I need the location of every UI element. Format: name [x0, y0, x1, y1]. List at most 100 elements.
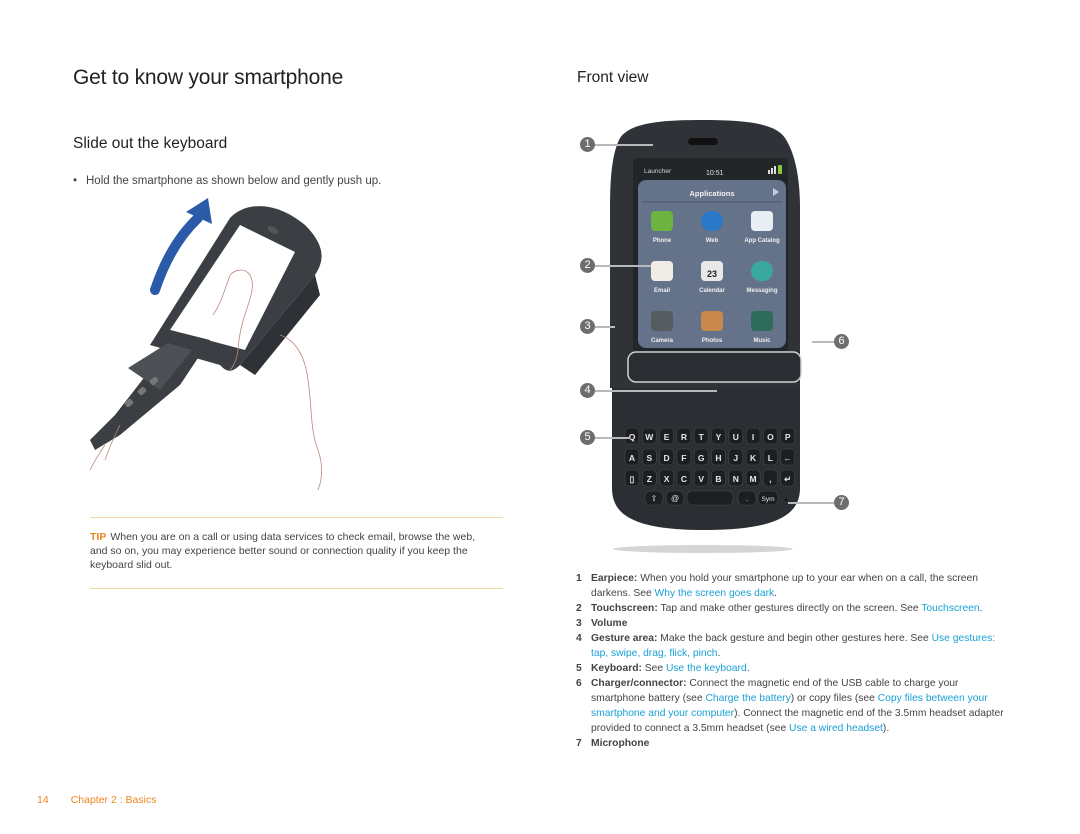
cross-reference-link[interactable]: Charge the battery: [705, 693, 790, 704]
callout-line-2: [593, 265, 651, 267]
envelope-icon[interactable]: [651, 261, 673, 281]
bullet-text: Hold the smartphone as shown below and g…: [86, 175, 382, 187]
key-label: ←: [783, 453, 792, 463]
key-label: F: [681, 453, 686, 463]
key-label: Sym: [762, 496, 775, 503]
key-label: ▯: [630, 474, 635, 484]
key-label: X: [664, 474, 670, 484]
earpiece-icon: [688, 138, 718, 145]
legend-text: Volume: [591, 616, 1008, 631]
microphone-icon: [784, 498, 788, 502]
app-label: Email: [654, 288, 670, 294]
app-label: Camera: [651, 338, 674, 344]
key-label: C: [681, 474, 687, 484]
key-label: M: [750, 474, 757, 484]
app-label: App Catalog: [744, 238, 780, 244]
legend-item: 7 Microphone: [576, 736, 1008, 751]
key-label: U: [733, 432, 739, 442]
cross-reference-link[interactable]: Use a wired headset: [789, 723, 883, 734]
key-label: R: [681, 432, 687, 442]
key-label: .: [746, 494, 748, 503]
callout-line-1: [593, 144, 653, 146]
callout-4: 4: [580, 383, 595, 398]
legend-term: Gesture area:: [591, 633, 658, 644]
key-label: O: [767, 432, 774, 442]
phone-app-icon[interactable]: [651, 211, 673, 231]
parts-legend: 1 Earpiece: When you hold your smartphone…: [576, 571, 1008, 751]
photos-icon[interactable]: [701, 311, 723, 331]
legend-item: 2 Touchscreen: Tap and make other gesture…: [576, 601, 1008, 616]
callout-1: 1: [580, 137, 595, 152]
key-label: D: [664, 453, 670, 463]
key-label: J: [733, 453, 738, 463]
chapter-link[interactable]: Chapter 2 : Basics: [71, 794, 157, 806]
music-icon[interactable]: [751, 311, 773, 331]
app-label: Photos: [702, 338, 723, 344]
legend-text: Microphone: [591, 736, 1008, 751]
calendar-date-badge: 23: [707, 269, 717, 279]
key-label: Q: [629, 432, 636, 442]
key-label: ↵: [784, 474, 791, 484]
legend-text: Earpiece: When you hold your smartphone …: [591, 573, 978, 599]
app-label: Calendar: [699, 288, 725, 294]
app-label: Music: [753, 338, 771, 344]
chat-bubbles-icon[interactable]: [751, 261, 773, 281]
key-label: E: [664, 432, 670, 442]
legend-text: Gesture area: Make the back gesture and …: [591, 633, 996, 659]
key-label: ,: [769, 474, 771, 484]
applications-title: Applications: [689, 189, 734, 198]
key-label: K: [750, 453, 757, 463]
key-label: Y: [716, 432, 722, 442]
legend-item: 5 Keyboard: See Use the keyboard.: [576, 661, 1008, 676]
legend-term: Touchscreen:: [591, 603, 658, 614]
cross-reference-link[interactable]: Touchscreen: [921, 603, 979, 614]
key-label: A: [629, 453, 635, 463]
legend-number: 2: [576, 603, 582, 614]
callout-7: 7: [834, 495, 849, 510]
status-time: 10:51: [706, 170, 724, 177]
callout-2: 2: [580, 258, 595, 273]
section-heading-front-view: Front view: [577, 69, 649, 86]
cross-reference-link[interactable]: Use the keyboard: [666, 663, 747, 674]
bullet-icon: •: [73, 175, 78, 187]
globe-icon[interactable]: [701, 211, 723, 231]
cross-reference-link[interactable]: Why the screen goes dark: [655, 588, 775, 599]
page-footer: 14 Chapter 2 : Basics: [37, 794, 156, 806]
phone-shadow: [613, 545, 793, 553]
phone-tilted-icon: [90, 206, 322, 450]
callout-6: 6: [834, 334, 849, 349]
legend-number: 7: [576, 738, 582, 749]
legend-term: Microphone: [591, 738, 650, 749]
key-label: T: [699, 432, 705, 442]
camera-icon[interactable]: [651, 311, 673, 331]
gesture-area: [627, 351, 802, 383]
callout-line-6: [812, 341, 836, 343]
key-label: ⇧: [651, 494, 658, 503]
key-label: Z: [647, 474, 652, 484]
legend-number: 5: [576, 663, 582, 674]
legend-number: 1: [576, 573, 582, 584]
app-label: Phone: [653, 238, 672, 244]
shopping-bag-icon[interactable]: [751, 211, 773, 231]
callout-3: 3: [580, 319, 595, 334]
key-label: G: [698, 453, 705, 463]
legend-number: 4: [576, 633, 582, 644]
key-label: H: [715, 453, 721, 463]
tip-body: When you are on a call or using data ser…: [90, 531, 476, 571]
page-title: Get to know your smartphone: [73, 66, 344, 89]
legend-number: 6: [576, 678, 582, 689]
section-heading-slide-keyboard: Slide out the keyboard: [73, 135, 228, 152]
callout-line-4: [593, 390, 717, 392]
keyboard-key[interactable]: [686, 490, 734, 506]
key-label: I: [752, 432, 754, 442]
callout-line-5: [593, 437, 629, 439]
key-label: S: [646, 453, 652, 463]
legend-term: Keyboard:: [591, 663, 642, 674]
callout-line-7: [788, 502, 836, 504]
legend-text: Charger/connector: Connect the magnetic …: [591, 678, 1004, 734]
legend-item: 3 Volume: [576, 616, 1008, 631]
slide-keyboard-illustration: [80, 190, 340, 490]
page-number: 14: [37, 794, 49, 806]
key-label: @: [671, 494, 679, 503]
launcher-label: Launcher: [644, 168, 672, 175]
